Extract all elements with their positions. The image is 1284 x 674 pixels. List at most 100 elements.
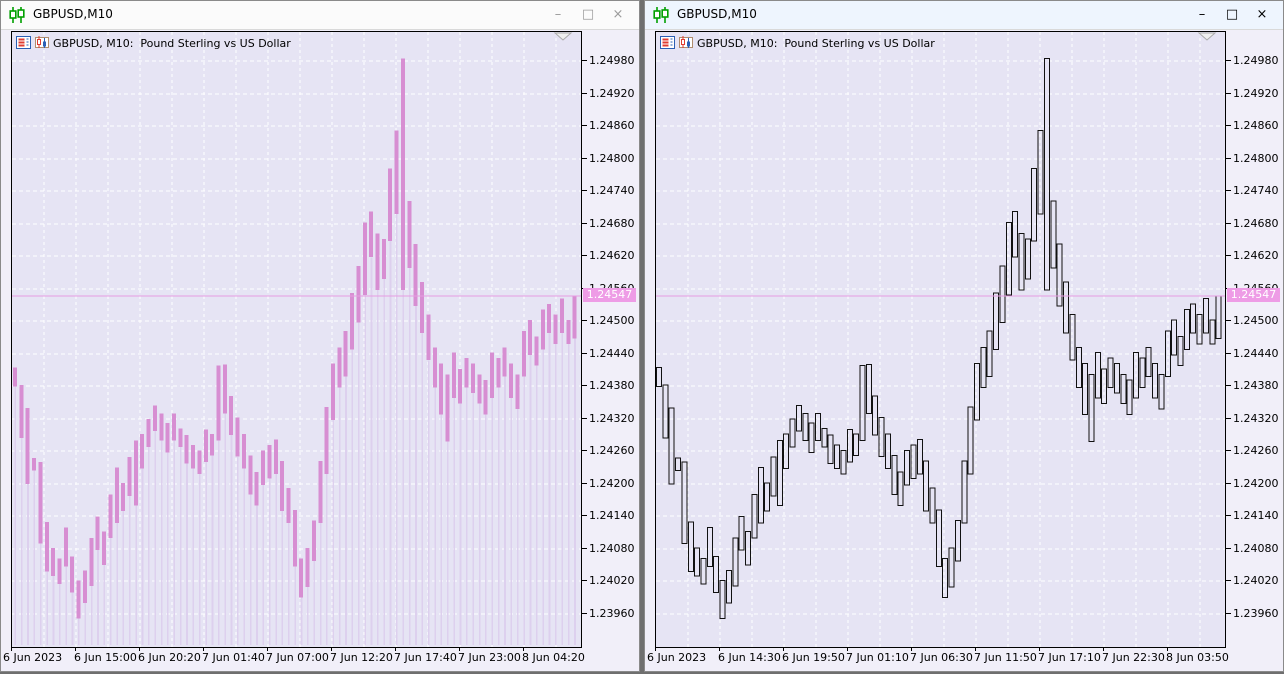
price-tick-label: 1.24800 — [589, 152, 635, 165]
time-tick-label: 7 Jun 06:30 — [910, 651, 973, 664]
time-tick-label: 7 Jun 17:40 — [394, 651, 457, 664]
price-tick — [582, 613, 587, 614]
price-tick-label: 1.24740 — [589, 184, 635, 197]
price-tick — [582, 353, 587, 354]
time-tick-label: 7 Jun 07:00 — [266, 651, 329, 664]
price-tick-label: 1.24020 — [1233, 574, 1279, 587]
price-tick — [582, 255, 587, 256]
chart-list-icon[interactable] — [660, 34, 675, 53]
price-tick — [1226, 515, 1231, 516]
price-tick — [582, 548, 587, 549]
price-tick — [582, 483, 587, 484]
price-tick — [1226, 158, 1231, 159]
price-tick — [582, 158, 587, 159]
price-tick-label: 1.24380 — [1233, 379, 1279, 392]
price-tick-label: 1.24020 — [589, 574, 635, 587]
price-tick — [582, 320, 587, 321]
price-tick — [1226, 353, 1231, 354]
close-button[interactable]: × — [1247, 4, 1277, 26]
price-tick-label: 1.24740 — [1233, 184, 1279, 197]
time-tick-label: 8 Jun 03:50 — [1166, 651, 1229, 664]
price-tick-label: 1.24800 — [1233, 152, 1279, 165]
chart-list-icon[interactable] — [16, 34, 31, 53]
price-tick-label: 1.24320 — [589, 412, 635, 425]
price-tick-label: 1.24260 — [589, 444, 635, 457]
price-tick — [1226, 190, 1231, 191]
price-tick-label: 1.24620 — [1233, 249, 1279, 262]
price-tick — [582, 60, 587, 61]
current-price-label: 1.24547 — [583, 288, 636, 302]
price-tick — [1226, 93, 1231, 94]
price-tick — [582, 450, 587, 451]
price-tick — [1226, 385, 1231, 386]
chart-symbol-description: GBPUSD, M10: Pound Sterling vs US Dollar — [53, 37, 291, 50]
price-tick-label: 1.24980 — [589, 54, 635, 67]
time-tick-label: 7 Jun 23:00 — [458, 651, 521, 664]
price-tick-label: 1.24620 — [589, 249, 635, 262]
chart-header: GBPUSD, M10: Pound Sterling vs US Dollar — [660, 36, 935, 51]
time-tick-label: 6 Jun 20:20 — [138, 651, 201, 664]
chart-type-icon[interactable] — [679, 34, 693, 53]
price-tick-label: 1.24860 — [1233, 119, 1279, 132]
time-tick-label: 6 Jun 19:50 — [782, 651, 845, 664]
candlestick-chart-icon — [9, 7, 27, 23]
price-tick-label: 1.24860 — [589, 119, 635, 132]
price-tick — [582, 418, 587, 419]
time-tick-label: 6 Jun 2023 — [647, 651, 707, 664]
price-tick-label: 1.24500 — [589, 314, 635, 327]
close-button[interactable]: × — [603, 4, 633, 26]
time-axis[interactable]: 6 Jun 2023 6 Jun 15:00 6 Jun 20:20 7 Jun 01… — [1, 647, 641, 669]
price-tick-label: 1.24140 — [1233, 509, 1279, 522]
minimize-button[interactable]: – — [543, 4, 573, 26]
price-tick-label: 1.24440 — [1233, 347, 1279, 360]
window-titlebar[interactable]: GBPUSD,M10 – □ × — [645, 1, 1283, 30]
price-tick-label: 1.24320 — [1233, 412, 1279, 425]
window-title: GBPUSD,M10 — [677, 7, 757, 21]
chart-type-icon[interactable] — [35, 34, 49, 53]
price-tick — [1226, 580, 1231, 581]
price-tick — [1226, 223, 1231, 224]
price-tick — [1226, 60, 1231, 61]
time-tick-label: 7 Jun 11:50 — [974, 651, 1037, 664]
maximize-button[interactable]: □ — [1217, 4, 1247, 26]
mdi-workspace: GBPUSD,M10 – □ × GBPUSD, M10: Pound Ster… — [0, 0, 1284, 674]
price-tick — [582, 385, 587, 386]
price-tick-label: 1.24080 — [589, 542, 635, 555]
time-tick-label: 7 Jun 12:20 — [330, 651, 393, 664]
candlestick-chart-icon — [653, 7, 671, 23]
chart-window-right: GBPUSD,M10 – □ × GBPUSD, M10: Pound Ster… — [644, 0, 1284, 672]
price-tick-label: 1.24380 — [589, 379, 635, 392]
price-tick-label: 1.24200 — [1233, 477, 1279, 490]
time-tick-label: 8 Jun 04:20 — [522, 651, 585, 664]
time-tick-label: 7 Jun 01:40 — [202, 651, 265, 664]
chart-plot-area[interactable]: GBPUSD, M10: Pound Sterling vs US Dollar — [11, 31, 582, 648]
time-tick-label: 7 Jun 22:30 — [1102, 651, 1165, 664]
price-tick-label: 1.24260 — [1233, 444, 1279, 457]
price-tick — [582, 190, 587, 191]
price-tick — [582, 515, 587, 516]
price-tick-label: 1.24680 — [1233, 217, 1279, 230]
window-titlebar[interactable]: GBPUSD,M10 – □ × — [1, 1, 639, 30]
current-price-label: 1.24547 — [1227, 288, 1280, 302]
price-tick-label: 1.24140 — [589, 509, 635, 522]
time-tick-label: 6 Jun 2023 — [3, 651, 63, 664]
price-chart-canvas-right — [656, 32, 1225, 647]
time-tick-label: 6 Jun 15:00 — [74, 651, 137, 664]
price-tick — [1226, 450, 1231, 451]
price-tick-label: 1.24920 — [1233, 87, 1279, 100]
price-tick — [1226, 483, 1231, 484]
price-chart-canvas-left — [12, 32, 581, 647]
price-tick-label: 1.23960 — [1233, 607, 1279, 620]
price-tick — [1226, 255, 1231, 256]
chart-window-left: GBPUSD,M10 – □ × GBPUSD, M10: Pound Ster… — [0, 0, 640, 672]
price-tick-label: 1.23960 — [589, 607, 635, 620]
price-axis[interactable]: 1.24980 1.24920 1.24860 1.24800 1.24740 1.246… — [1226, 31, 1284, 647]
price-tick-label: 1.24200 — [589, 477, 635, 490]
maximize-button[interactable]: □ — [573, 4, 603, 26]
price-axis[interactable]: 1.24980 1.24920 1.24860 1.24800 1.24740 1.246… — [582, 31, 640, 647]
time-axis[interactable]: 6 Jun 2023 6 Jun 14:30 6 Jun 19:50 7 Jun 01… — [645, 647, 1284, 669]
chart-symbol-description: GBPUSD, M10: Pound Sterling vs US Dollar — [697, 37, 935, 50]
chart-plot-area[interactable]: GBPUSD, M10: Pound Sterling vs US Dollar — [655, 31, 1226, 648]
chart-header: GBPUSD, M10: Pound Sterling vs US Dollar — [16, 36, 291, 51]
minimize-button[interactable]: – — [1187, 4, 1217, 26]
